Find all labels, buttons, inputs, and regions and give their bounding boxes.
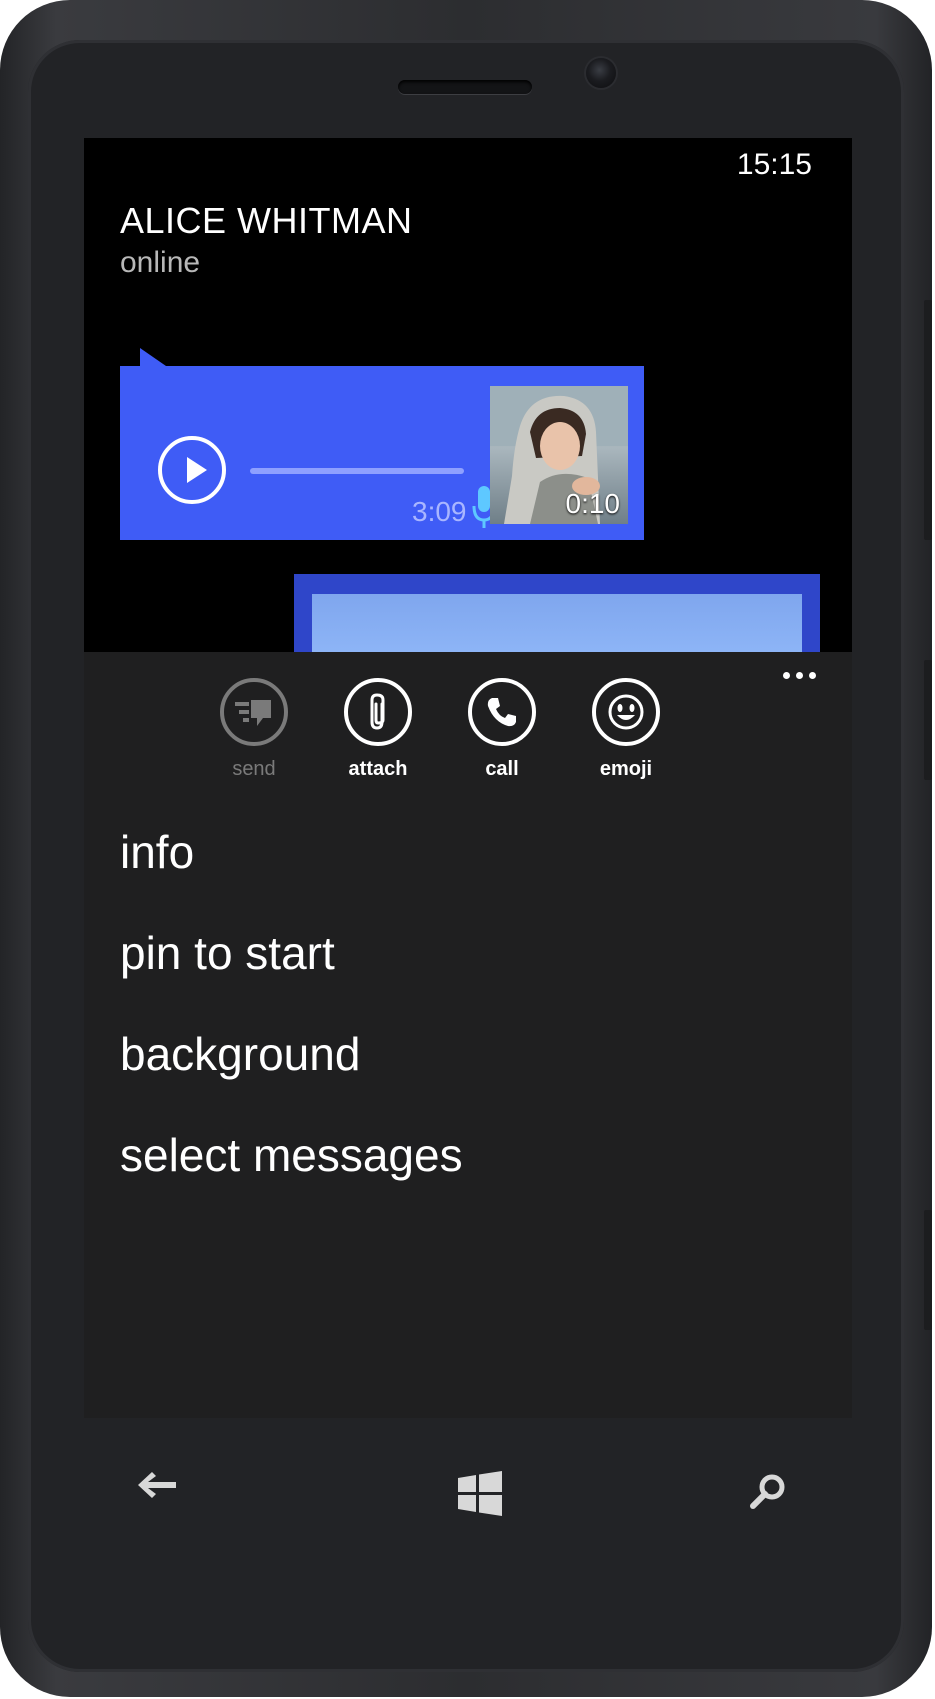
video-thumbnail[interactable]: 0:10: [490, 386, 628, 524]
send-button[interactable]: send: [194, 678, 314, 781]
power-button: [924, 660, 932, 780]
status-clock: 15:15: [736, 148, 812, 181]
smiley-icon: [592, 678, 660, 746]
front-camera: [586, 58, 616, 88]
menu-item-pin-to-start[interactable]: pin to start: [120, 917, 463, 1018]
app-bar-menu: info pin to start background select mess…: [120, 816, 463, 1220]
app-bar-expanded: send attach call emoji info pin to start…: [84, 652, 852, 1418]
menu-item-info[interactable]: info: [120, 816, 463, 917]
send-icon: [220, 678, 288, 746]
more-options-icon[interactable]: [783, 672, 816, 679]
contact-status: online: [120, 246, 201, 279]
call-button[interactable]: call: [442, 678, 562, 781]
play-icon[interactable]: [158, 436, 226, 504]
voice-message-bubble[interactable]: 3:09 0:10: [120, 366, 644, 540]
attach-label: attach: [348, 758, 408, 780]
search-icon[interactable]: [748, 1472, 788, 1512]
video-duration: 0:10: [565, 488, 621, 519]
phone-frame: 15:15 ALICE WHITMAN online 3:09 0:10 sen…: [0, 0, 932, 1697]
menu-item-select-messages[interactable]: select messages: [120, 1119, 463, 1220]
emoji-button[interactable]: emoji: [566, 678, 686, 781]
emoji-label: emoji: [599, 758, 653, 780]
camera-button: [924, 1210, 932, 1330]
windows-logo-icon[interactable]: [456, 1470, 504, 1518]
phone-icon: [468, 678, 536, 746]
contact-name: ALICE WHITMAN: [120, 200, 413, 241]
back-arrow-icon[interactable]: [136, 1468, 178, 1502]
send-label: send: [232, 758, 276, 780]
call-label: call: [485, 758, 519, 780]
attach-button[interactable]: attach: [318, 678, 438, 781]
volume-button: [924, 300, 932, 540]
menu-item-background[interactable]: background: [120, 1018, 463, 1119]
audio-progress-track[interactable]: [250, 468, 464, 474]
paperclip-icon: [344, 678, 412, 746]
voice-duration: 3:09: [412, 496, 467, 527]
earpiece-speaker: [398, 80, 532, 94]
bubble-tail: [140, 348, 166, 366]
screen: 15:15 ALICE WHITMAN online 3:09 0:10 sen…: [84, 138, 852, 1418]
